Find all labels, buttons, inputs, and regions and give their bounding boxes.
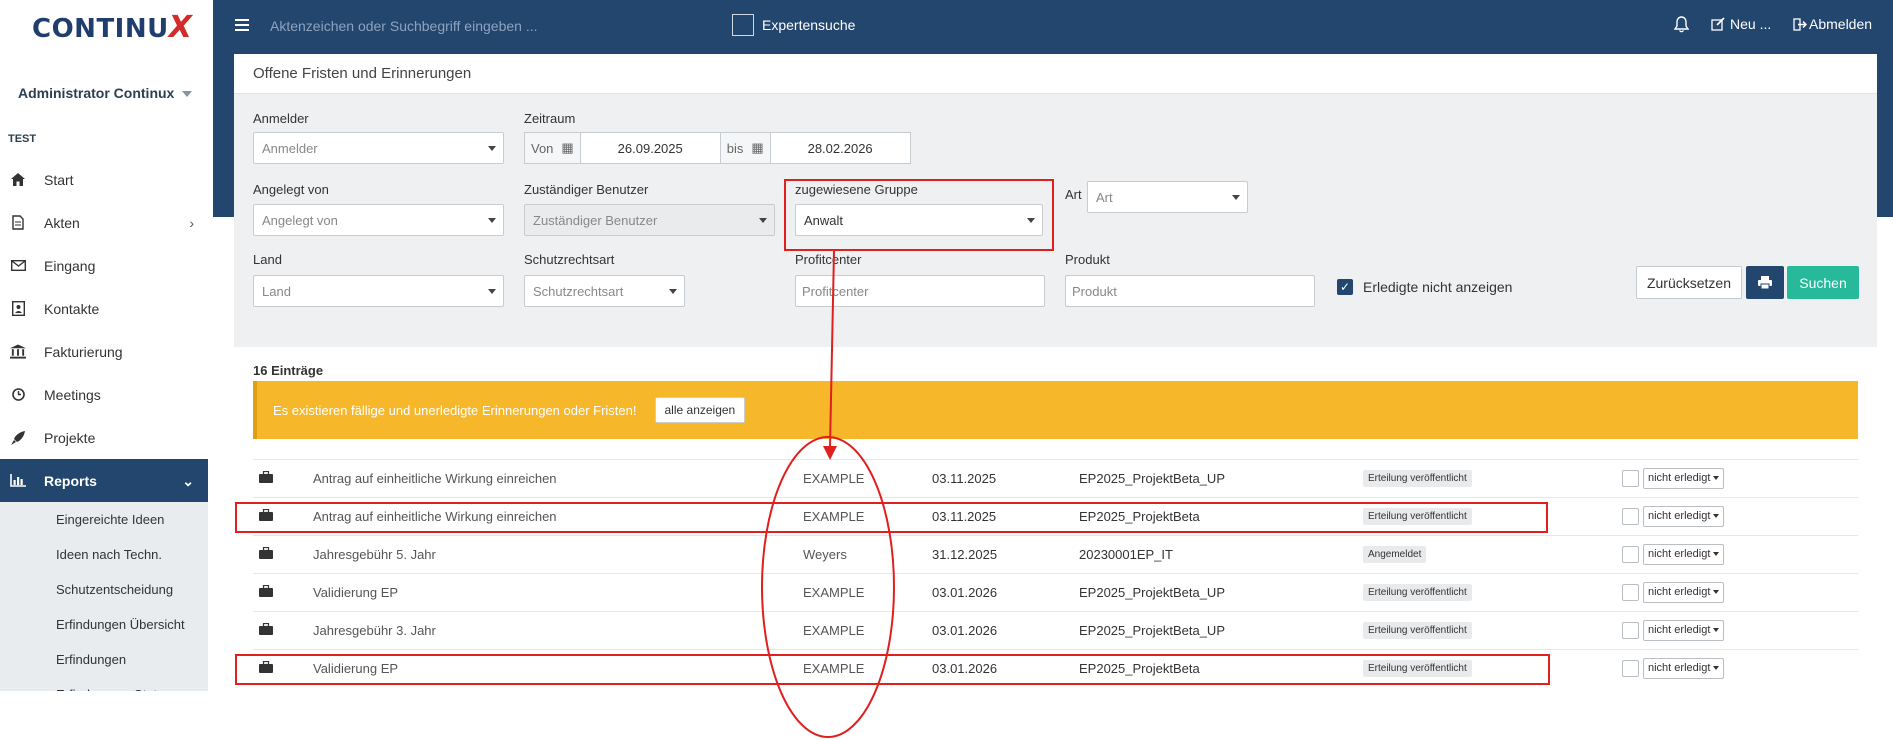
annotation-arrowhead (823, 446, 837, 460)
annotation-arrow-line (829, 250, 835, 449)
annotation-overlay (761, 250, 895, 738)
annotation-ellipse (761, 436, 895, 738)
